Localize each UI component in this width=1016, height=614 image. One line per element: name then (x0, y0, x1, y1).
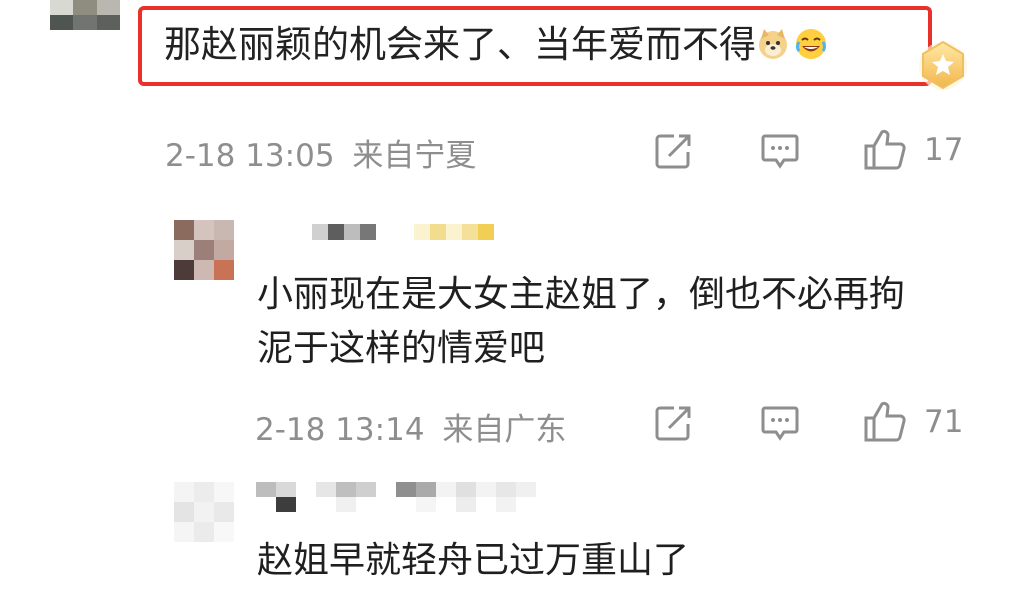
comment-text-content: 那赵丽颖的机会来了、当年爱而不得 (164, 23, 756, 66)
like-count: 17 (924, 132, 964, 168)
comment-icon[interactable] (760, 132, 800, 172)
gold-badge-icon (919, 40, 967, 90)
share-icon[interactable] (654, 132, 694, 170)
doge-icon (759, 29, 787, 59)
reply-text: 小丽现在是大女主赵姐了，倒也不必再拘泥于这样的情爱吧 (257, 274, 906, 369)
comment-thread: 那赵丽颖的机会来了、当年爱而不得 2-18 13:05 来自宁夏 17 小丽现在… (0, 0, 1016, 614)
laugh-cry-icon (796, 29, 826, 59)
comment-meta: 2-18 13:14 来自广东 (255, 404, 566, 449)
avatar[interactable] (174, 220, 234, 280)
comment-text: 那赵丽颖的机会来了、当年爱而不得 (164, 22, 828, 68)
like-count: 71 (924, 404, 964, 440)
share-icon[interactable] (654, 404, 694, 442)
username[interactable] (256, 482, 536, 512)
location: 来自广东 (442, 412, 567, 448)
timestamp: 2-18 13:14 (255, 412, 425, 448)
username[interactable] (312, 224, 376, 240)
reply-text: 赵姐早就轻舟已过万重山了 (257, 540, 690, 581)
user-level-badge (414, 224, 494, 240)
thumbs-up-icon[interactable] (862, 400, 908, 444)
avatar[interactable] (174, 482, 234, 542)
thumbs-up-icon[interactable] (862, 128, 908, 172)
comment-meta: 2-18 13:05 来自宁夏 (165, 130, 476, 175)
comment-icon[interactable] (760, 404, 800, 444)
location: 来自宁夏 (352, 138, 477, 174)
timestamp: 2-18 13:05 (165, 138, 335, 174)
avatar[interactable] (50, 0, 120, 30)
